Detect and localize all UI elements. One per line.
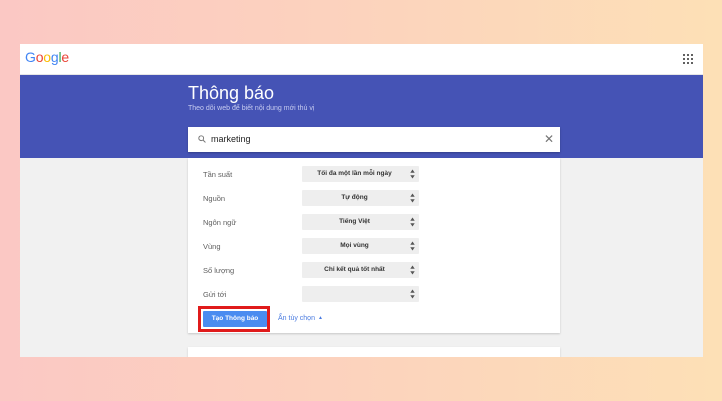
- select-value: Mọi vùng: [340, 242, 369, 249]
- search-icon: [198, 135, 206, 143]
- hide-options-label: Ẩn tùy chọn: [278, 315, 315, 322]
- deliver-to-select[interactable]: [302, 286, 419, 302]
- sort-arrows-icon: [410, 193, 415, 203]
- select-value: Tự động: [341, 194, 368, 201]
- page-title: Thông báo: [188, 83, 275, 103]
- sort-arrows-icon: [410, 265, 415, 275]
- select-value: Chỉ kết quả tốt nhất: [324, 266, 385, 273]
- option-label: Số lượng: [203, 266, 235, 275]
- option-label: Tần suất: [203, 170, 233, 179]
- logo-letter: e: [61, 49, 69, 65]
- browser-page: Google Thông báo Theo dõi web để biết nộ…: [20, 44, 703, 357]
- caret-up-icon: ▲: [317, 315, 323, 321]
- sort-arrows-icon: [410, 217, 415, 227]
- how-many-select[interactable]: Chỉ kết quả tốt nhất: [302, 262, 419, 278]
- option-label: Nguồn: [203, 194, 226, 203]
- top-bar: Google: [20, 44, 703, 75]
- option-row-deliver-to: Gửi tới: [203, 286, 423, 302]
- option-label: Ngôn ngữ: [203, 218, 237, 227]
- option-row-language: Ngôn ngữ Tiếng Việt: [203, 214, 423, 230]
- option-row-frequency: Tần suất Tối đa một lần mỗi ngày: [203, 166, 423, 182]
- logo-letter: G: [25, 49, 36, 65]
- alert-search-box[interactable]: marketing ✕: [188, 127, 560, 152]
- region-select[interactable]: Mọi vùng: [302, 238, 419, 254]
- logo-letter: o: [43, 49, 51, 65]
- create-alert-button[interactable]: Tạo Thông báo: [203, 311, 267, 327]
- close-icon[interactable]: ✕: [544, 132, 554, 146]
- hide-options-link[interactable]: Ẩn tùy chọn ▲: [278, 315, 323, 322]
- search-input[interactable]: marketing: [211, 134, 251, 144]
- alerts-list-card: [188, 347, 560, 357]
- option-label: Vùng: [203, 242, 221, 251]
- sources-select[interactable]: Tự động: [302, 190, 419, 206]
- option-label: Gửi tới: [203, 290, 227, 299]
- apps-grid-icon[interactable]: [683, 54, 693, 64]
- select-value: Tối đa một lần mỗi ngày: [317, 170, 392, 177]
- sort-arrows-icon: [410, 241, 415, 251]
- option-row-region: Vùng Mọi vùng: [203, 238, 423, 254]
- frequency-select[interactable]: Tối đa một lần mỗi ngày: [302, 166, 419, 182]
- google-logo[interactable]: Google: [25, 49, 69, 65]
- options-panel: Tần suất Tối đa một lần mỗi ngày Nguồn T…: [188, 158, 560, 333]
- language-select[interactable]: Tiếng Việt: [302, 214, 419, 230]
- option-row-sources: Nguồn Tự động: [203, 190, 423, 206]
- option-row-how-many: Số lượng Chỉ kết quả tốt nhất: [203, 262, 423, 278]
- select-value: Tiếng Việt: [339, 218, 370, 225]
- sort-arrows-icon: [410, 169, 415, 179]
- sort-arrows-icon: [410, 289, 415, 299]
- page-subtitle: Theo dõi web để biết nội dung mới thú vị: [188, 105, 315, 112]
